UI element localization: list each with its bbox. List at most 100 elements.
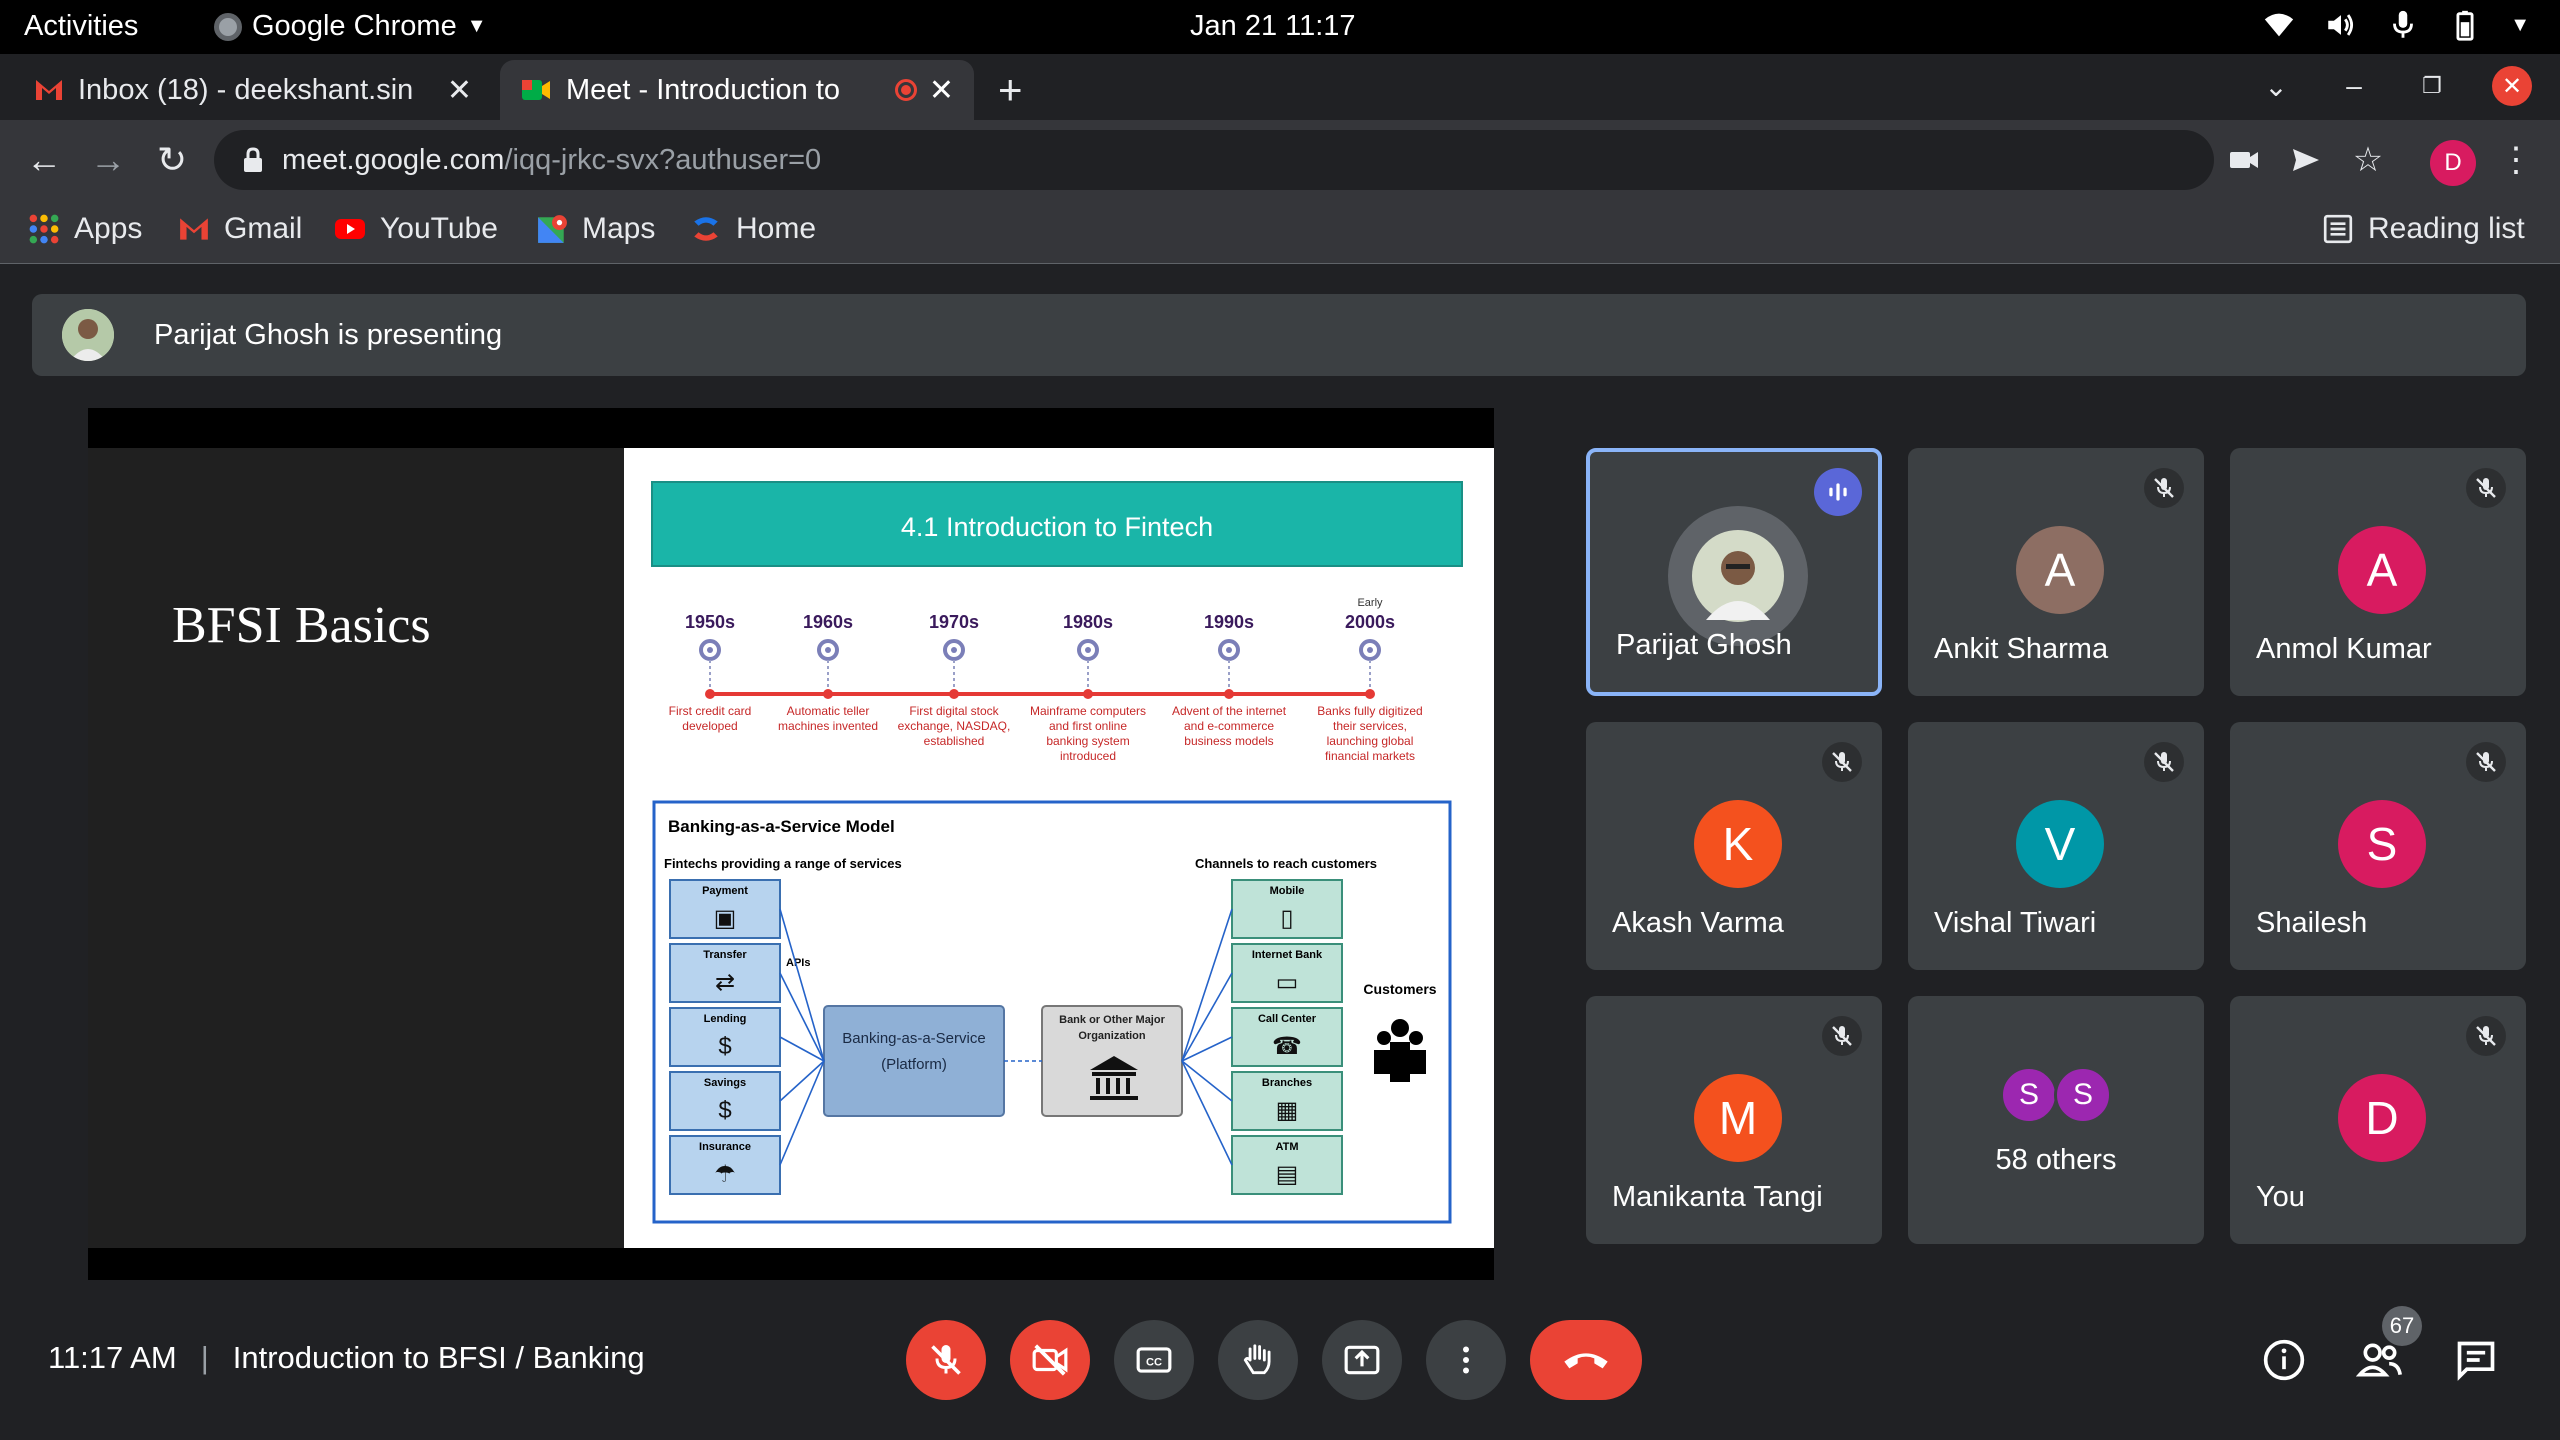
bookmark-label: Maps xyxy=(582,212,656,245)
timeline-era: 1960s xyxy=(803,612,853,632)
send-tab-icon[interactable] xyxy=(2284,138,2328,182)
chrome-menu-icon[interactable]: ⋮ xyxy=(2494,138,2538,182)
bookmark-apps[interactable]: Apps xyxy=(28,212,142,246)
timeline-era: 1980s xyxy=(1063,612,1113,632)
microphone-toggle-button[interactable] xyxy=(906,1320,986,1400)
camera-in-use-icon[interactable] xyxy=(2222,138,2266,182)
mic-off-icon xyxy=(2476,752,2496,772)
mic-off-icon xyxy=(931,1345,961,1375)
participant-tile[interactable]: M Manikanta Tangi xyxy=(1586,996,1882,1244)
participant-count-badge: 67 xyxy=(2382,1306,2422,1346)
system-top-bar: Activities Google Chrome ▼ Jan 21 11:17 … xyxy=(0,0,2560,54)
camera-toggle-button[interactable] xyxy=(1010,1320,1090,1400)
bookmark-star-icon[interactable]: ☆ xyxy=(2346,138,2390,182)
timeline-dot xyxy=(1224,689,1234,699)
meeting-title[interactable]: Introduction to BFSI / Banking xyxy=(233,1340,645,1376)
participant-avatar: S xyxy=(2338,800,2426,888)
presentation-stage: BFSI Basics 4.1 Introduction to Fintech … xyxy=(88,408,1494,1280)
chrome-icon xyxy=(214,12,242,41)
recording-icon xyxy=(894,79,917,101)
reload-button[interactable]: ↻ xyxy=(148,136,196,184)
bookmark-maps[interactable]: Maps xyxy=(536,212,655,246)
participant-tile[interactable]: A Anmol Kumar xyxy=(2230,448,2526,696)
tab-search-chevron-icon[interactable]: ⌄ xyxy=(2254,64,2298,108)
timeline-era: 1950s xyxy=(685,612,735,632)
tab-gmail[interactable]: Inbox (18) - deekshant.sin ✕ xyxy=(14,60,492,120)
bookmark-home[interactable]: Home xyxy=(690,212,816,246)
mic-off-icon xyxy=(2154,752,2174,772)
mic-off-icon xyxy=(2154,478,2174,498)
meeting-details-button[interactable] xyxy=(2258,1334,2310,1386)
back-button[interactable]: ← xyxy=(20,136,68,184)
presenter-avatar xyxy=(62,309,114,361)
timeline-node-center xyxy=(1085,647,1091,653)
service-icon: ☂ xyxy=(714,1161,736,1188)
others-tile[interactable]: S S 58 others xyxy=(1908,996,2204,1244)
volume-icon[interactable] xyxy=(2324,8,2358,42)
participant-tile[interactable]: Parijat Ghosh xyxy=(1586,448,1882,696)
chat-button[interactable] xyxy=(2450,1334,2502,1386)
profile-avatar[interactable]: D xyxy=(2430,140,2476,186)
wifi-icon[interactable] xyxy=(2262,8,2296,42)
speaking-indicator xyxy=(1814,468,1862,516)
clock[interactable]: Jan 21 11:17 xyxy=(1190,10,1356,43)
bookmark-gmail[interactable]: Gmail xyxy=(178,212,302,246)
close-window-button[interactable]: ✕ xyxy=(2492,66,2532,106)
reading-list-label: Reading list xyxy=(2368,212,2525,245)
participant-name: Shailesh xyxy=(2256,907,2368,939)
address-bar[interactable]: meet.google.com /iqq-jrkc-svx?authuser=0 xyxy=(214,130,2214,190)
participant-avatar: A xyxy=(2016,526,2104,614)
reading-list-button[interactable]: Reading list xyxy=(2322,212,2525,246)
participant-name: Manikanta Tangi xyxy=(1612,1181,1823,1213)
maximize-button[interactable]: ❐ xyxy=(2410,64,2454,108)
leave-call-button[interactable] xyxy=(1530,1320,1642,1400)
raise-hand-icon xyxy=(1243,1344,1271,1375)
more-options-button[interactable] xyxy=(1426,1320,1506,1400)
channel-label: Internet Bank xyxy=(1252,949,1323,961)
timeline-dot xyxy=(705,689,715,699)
close-tab-icon[interactable]: ✕ xyxy=(447,73,472,108)
tab-meet[interactable]: Meet - Introduction to ✕ xyxy=(500,60,974,120)
timeline-description: First credit card developed xyxy=(668,704,752,733)
hang-up-icon xyxy=(1564,1353,1608,1369)
participant-tile[interactable]: A Ankit Sharma xyxy=(1908,448,2204,696)
raise-hand-button[interactable] xyxy=(1218,1320,1298,1400)
participant-avatar: D xyxy=(2338,1074,2426,1162)
channel-icon: ☎ xyxy=(1272,1033,1302,1060)
participant-tile[interactable]: S Shailesh xyxy=(2230,722,2526,970)
captions-button[interactable]: CC xyxy=(1114,1320,1194,1400)
others-avatar: S xyxy=(2000,1066,2058,1124)
participant-tile[interactable]: K Akash Varma xyxy=(1586,722,1882,970)
service-label: Transfer xyxy=(703,949,747,961)
slide-left-title: BFSI Basics xyxy=(172,597,431,654)
participant-tile[interactable]: D You xyxy=(2230,996,2526,1244)
bookmarks-bar: Apps Gmail YouTube Maps Home Reading lis… xyxy=(0,200,2560,264)
service-label: Insurance xyxy=(699,1141,751,1153)
forward-button[interactable]: → xyxy=(84,136,132,184)
baas-platform-label: Banking-as-a-Service (Platform) xyxy=(842,1030,986,1073)
participant-name: Ankit Sharma xyxy=(1934,633,2109,665)
app-menu[interactable]: Google Chrome ▼ xyxy=(214,10,487,43)
new-tab-button[interactable]: + xyxy=(998,66,1023,114)
mic-off-icon xyxy=(1832,1026,1852,1046)
channel-icon: ▤ xyxy=(1276,1161,1299,1188)
present-now-button[interactable] xyxy=(1322,1320,1402,1400)
microphone-icon[interactable] xyxy=(2386,8,2420,42)
bookmark-label: Home xyxy=(736,212,817,245)
channel-icon: ▦ xyxy=(1276,1097,1299,1124)
channel-icon: ▯ xyxy=(1280,905,1293,932)
participant-tile[interactable]: V Vishal Tiwari xyxy=(1908,722,2204,970)
bookmark-youtube[interactable]: YouTube xyxy=(334,212,498,246)
more-vert-icon xyxy=(1463,1346,1469,1374)
close-tab-icon[interactable]: ✕ xyxy=(929,73,954,108)
battery-icon[interactable] xyxy=(2448,8,2482,42)
presenting-banner: Parijat Ghosh is presenting xyxy=(32,294,2526,376)
activities-button[interactable]: Activities xyxy=(24,10,138,43)
others-label: 58 others xyxy=(1995,1144,2117,1176)
meeting-separator: | xyxy=(200,1340,209,1375)
customers-label: Customers xyxy=(1363,981,1436,997)
timeline-description: Banks fully digitized their services, la… xyxy=(1317,704,1423,763)
minimize-button[interactable]: – xyxy=(2332,64,2376,108)
system-menu-chevron-icon[interactable]: ▼ xyxy=(2510,14,2530,37)
bookmark-label: YouTube xyxy=(380,212,498,245)
